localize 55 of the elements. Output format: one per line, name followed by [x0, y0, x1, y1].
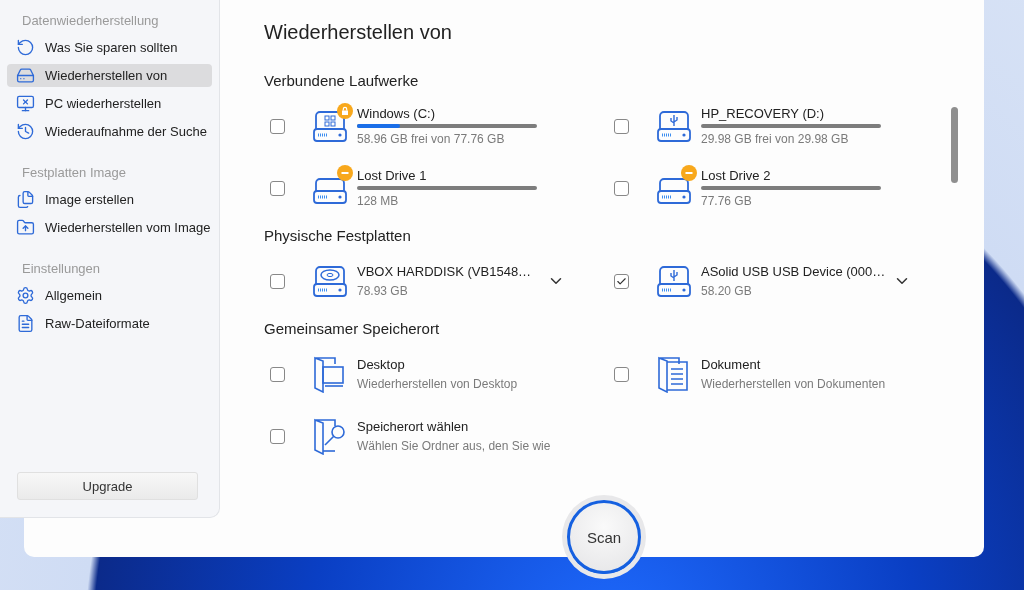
item-name: Dokument [701, 356, 762, 373]
item-detail: 29.98 GB frei von 29.98 GB [701, 130, 850, 147]
sidebar-heading: Datenwiederherstellung [21, 12, 160, 30]
item-detail: Wiederherstellen von Desktop [357, 375, 519, 392]
sidebar-item[interactable]: Wiederaufnahme der Suche [7, 120, 212, 143]
checkbox[interactable] [614, 180, 629, 196]
section-heading: Physische Festplatten [264, 226, 412, 246]
upgrade-button[interactable]: Upgrade [17, 472, 198, 500]
checkbox[interactable] [614, 366, 629, 382]
scrollbar-thumb[interactable] [951, 107, 958, 183]
files-icon [16, 190, 35, 209]
sidebar-item[interactable]: PC wiederherstellen [7, 92, 212, 115]
checkbox[interactable] [270, 273, 285, 289]
history-icon [16, 122, 35, 141]
section-heading: Gemeinsamer Speicherort [264, 319, 441, 339]
item-name: Desktop [357, 356, 406, 373]
item-name: Speicherort wählen [357, 418, 470, 435]
sidebar-item[interactable]: Allgemein [7, 284, 212, 307]
settings-icon [16, 286, 35, 305]
minus-badge-icon [337, 165, 353, 181]
item-name: Windows (C:) [357, 105, 436, 122]
item-name: Lost Drive 1 [357, 167, 428, 184]
drive-icon [16, 66, 35, 85]
sidebar-heading: Einstellungen [21, 260, 102, 278]
item-detail: 78.93 GB [357, 282, 409, 299]
document-icon [16, 314, 35, 333]
folder-upload-icon [16, 218, 35, 237]
checkbox[interactable] [270, 366, 285, 382]
item-detail: Wählen Sie Ordner aus, den Sie wie [357, 437, 551, 454]
sidebar-item[interactable]: Wiederherstellen vom Image [7, 216, 212, 239]
checkbox[interactable] [270, 118, 285, 134]
checkmark-icon [616, 275, 627, 287]
item-detail: 77.76 GB [701, 192, 753, 209]
sidebar-heading: Festplatten Image [21, 164, 128, 182]
checkbox[interactable] [614, 118, 629, 134]
item-name: VBOX HARDDISK (VB1548… [357, 263, 533, 280]
item-detail: 128 MB [357, 192, 400, 209]
item-name: HP_RECOVERY (D:) [701, 105, 826, 122]
checkbox[interactable] [270, 428, 285, 444]
minus-badge-icon [681, 165, 697, 181]
monitor-icon [16, 94, 35, 113]
item-detail: Wiederherstellen von Dokumenten [701, 375, 886, 392]
page-title: Wiederherstellen von [264, 20, 453, 45]
sidebar-item[interactable]: Wiederherstellen von [7, 64, 212, 87]
item-name: ASolid USB USB Device (000… [701, 263, 886, 280]
sidebar-item[interactable]: Was Sie sparen sollten [7, 36, 212, 59]
sidebar-item[interactable]: Image erstellen [7, 188, 212, 211]
restore-icon [16, 38, 35, 57]
item-detail: 58.96 GB frei von 77.76 GB [357, 130, 506, 147]
checkbox[interactable] [614, 273, 629, 289]
checkbox[interactable] [270, 180, 285, 196]
section-heading: Verbundene Laufwerke [264, 71, 420, 91]
item-name: Lost Drive 2 [701, 167, 772, 184]
item-detail: 58.20 GB [701, 282, 753, 299]
sidebar-item[interactable]: Raw-Dateiformate [7, 312, 212, 335]
